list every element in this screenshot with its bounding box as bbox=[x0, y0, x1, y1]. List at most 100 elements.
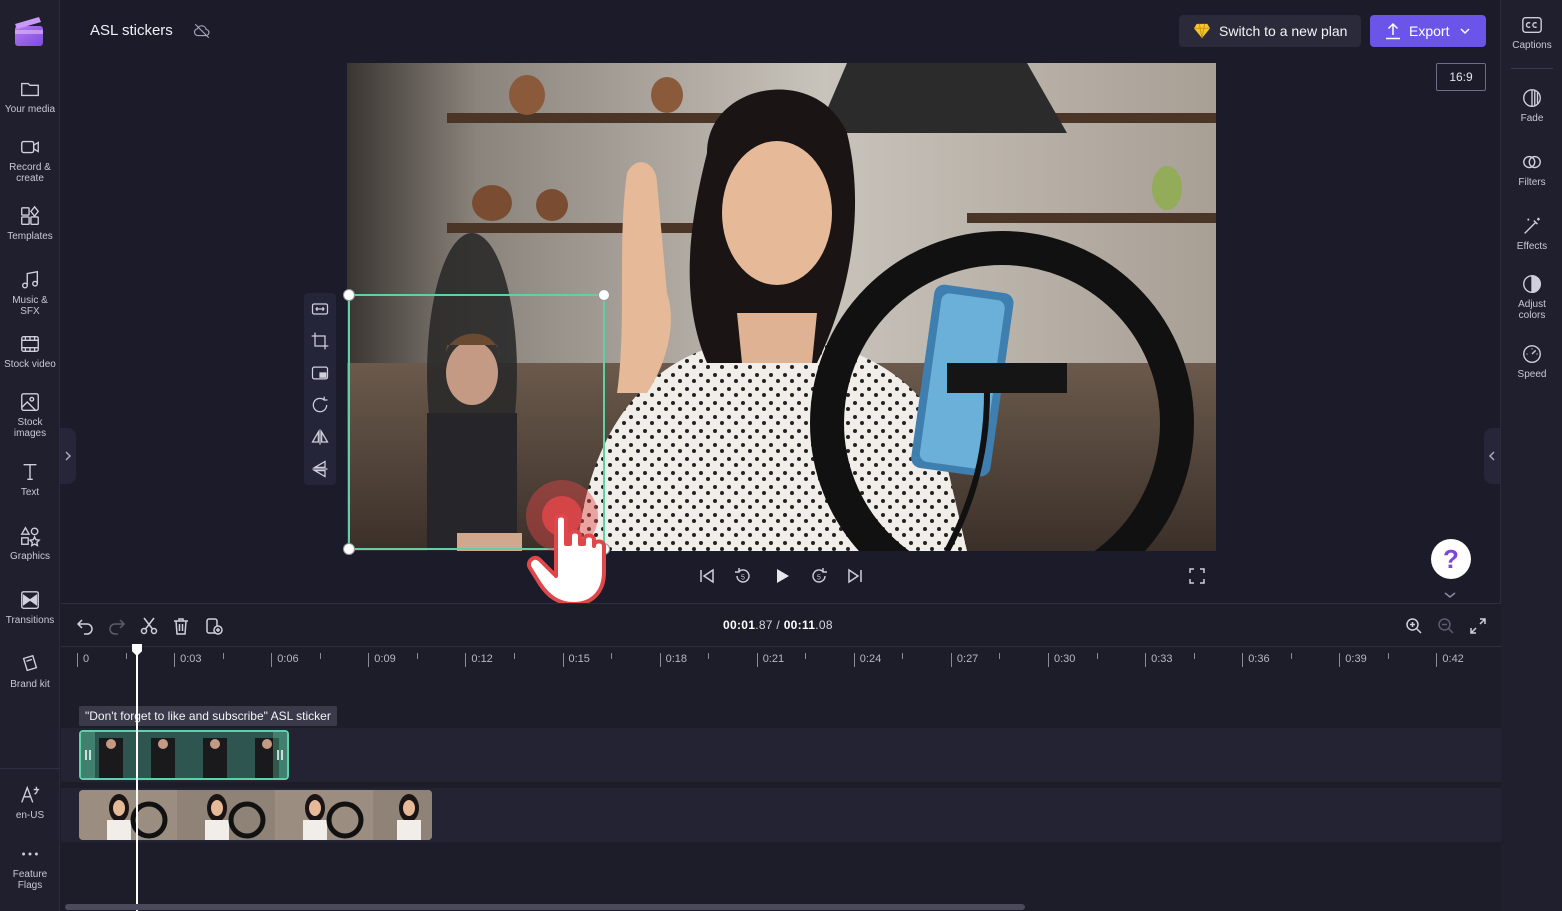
sidebar-item-label: Your media bbox=[4, 104, 56, 115]
resize-handle-top-right[interactable] bbox=[598, 289, 610, 301]
sidebar-item-brand-kit[interactable]: Brand kit bbox=[0, 653, 60, 690]
clipchamp-logo bbox=[15, 17, 43, 46]
aspect-ratio-button[interactable]: 16:9 bbox=[1436, 63, 1486, 91]
redo-icon[interactable] bbox=[107, 616, 127, 636]
sidebar-item-adjust-colors[interactable]: Adjust colors bbox=[1501, 273, 1562, 321]
camera-icon bbox=[21, 140, 39, 154]
video-clip[interactable] bbox=[79, 790, 432, 840]
sidebar-item-label: Stock video bbox=[4, 359, 56, 370]
resize-handle-bottom-left[interactable] bbox=[343, 543, 355, 555]
ruler-minor-tick bbox=[902, 653, 904, 659]
sidebar-item-language[interactable]: en-US bbox=[0, 784, 60, 821]
sidebar-item-your-media[interactable]: Your media bbox=[0, 78, 60, 115]
more-icon bbox=[22, 852, 38, 856]
sidebar-item-templates[interactable]: Templates bbox=[0, 205, 60, 242]
upgrade-plan-button[interactable]: Switch to a new plan bbox=[1179, 15, 1361, 47]
folder-icon bbox=[21, 82, 39, 97]
delete-icon[interactable] bbox=[171, 616, 191, 636]
upload-icon bbox=[1386, 22, 1400, 40]
timeline-ruler[interactable]: 0 0:03 0:06 0:09 0:12 0:15 0:18 0:21 0:24 0:27 0:3… bbox=[61, 646, 1501, 672]
flip-vertical-icon[interactable] bbox=[310, 459, 330, 479]
fullscreen-icon[interactable] bbox=[1187, 566, 1207, 586]
ruler-minor-tick bbox=[1096, 653, 1098, 659]
sidebar-item-graphics[interactable]: Graphics bbox=[0, 525, 60, 562]
sticker-selection-box[interactable] bbox=[343, 289, 610, 555]
sidebar-item-speed[interactable]: Speed bbox=[1501, 343, 1562, 380]
sidebar-item-feature-flags[interactable]: Feature Flags bbox=[0, 843, 60, 891]
sidebar-item-text[interactable]: Text bbox=[0, 461, 60, 498]
language-icon bbox=[21, 785, 40, 803]
play-icon[interactable] bbox=[772, 566, 792, 586]
image-icon bbox=[21, 393, 39, 411]
sidebar-item-effects[interactable]: Effects bbox=[1501, 215, 1562, 252]
sidebar-item-fade[interactable]: Fade bbox=[1501, 87, 1562, 124]
sidebar-item-record-create[interactable]: Record & create bbox=[0, 136, 60, 184]
split-scissors-icon[interactable] bbox=[139, 616, 159, 636]
undo-icon[interactable] bbox=[75, 616, 95, 636]
ruler-tick-label: 0 bbox=[77, 653, 89, 667]
ruler-tick-label: 0:15 bbox=[562, 653, 590, 667]
upgrade-plan-label: Switch to a new plan bbox=[1219, 23, 1348, 39]
sidebar-item-filters[interactable]: Filters bbox=[1501, 151, 1562, 188]
effects-icon bbox=[1524, 217, 1540, 234]
sidebar-item-stock-video[interactable]: Stock video bbox=[0, 333, 60, 370]
forward-5-icon[interactable]: 5 bbox=[809, 566, 829, 586]
sticker-clip[interactable] bbox=[79, 730, 289, 780]
zoom-out-icon[interactable] bbox=[1436, 616, 1456, 636]
left-panel-expand-button[interactable] bbox=[60, 428, 76, 484]
ruler-tick-label: 0:36 bbox=[1242, 653, 1270, 667]
ruler-minor-tick bbox=[222, 653, 224, 659]
sidebar-item-label: Speed bbox=[1517, 369, 1547, 380]
sticker-clip-thumbnails bbox=[81, 732, 287, 778]
ruler-tick-label: 0:12 bbox=[465, 653, 493, 667]
chevron-left-icon bbox=[1488, 451, 1495, 461]
playhead[interactable] bbox=[136, 644, 138, 911]
ruler-tick-label: 0:09 bbox=[368, 653, 396, 667]
diamond-icon bbox=[1194, 23, 1210, 39]
timeline-horizontal-scrollbar[interactable] bbox=[65, 904, 1025, 910]
brand-kit-icon bbox=[22, 654, 38, 672]
rewind-5-icon[interactable]: 5 bbox=[733, 566, 753, 586]
ruler-tick-label: 0:18 bbox=[659, 653, 687, 667]
fade-icon bbox=[1523, 89, 1541, 107]
project-title[interactable]: ASL stickers bbox=[90, 22, 173, 39]
video-clip-thumbnails bbox=[79, 790, 432, 840]
film-icon bbox=[21, 335, 39, 353]
rotate-icon[interactable] bbox=[310, 395, 330, 415]
crop-icon[interactable] bbox=[310, 331, 330, 351]
add-media-icon[interactable] bbox=[204, 616, 224, 636]
picture-in-picture-icon[interactable] bbox=[310, 363, 330, 383]
sidebar-item-transitions[interactable]: Transitions bbox=[0, 589, 60, 626]
flip-horizontal-icon[interactable] bbox=[310, 427, 330, 447]
sidebar-item-label: Effects bbox=[1516, 241, 1548, 252]
right-panel-collapse-button[interactable] bbox=[1484, 428, 1500, 484]
svg-text:5: 5 bbox=[741, 575, 745, 582]
help-button[interactable]: ? bbox=[1431, 539, 1471, 579]
zoom-in-icon[interactable] bbox=[1404, 616, 1424, 636]
sidebar-item-label: Transitions bbox=[5, 615, 55, 626]
left-sidebar: Your media Record & create Templates Mus… bbox=[0, 0, 60, 911]
time-separator: / bbox=[772, 618, 784, 632]
export-label: Export bbox=[1409, 23, 1450, 39]
sidebar-item-captions[interactable]: Captions bbox=[1501, 14, 1562, 51]
timecode-display: 00:01.87 / 00:11.08 bbox=[723, 618, 833, 632]
sidebar-item-music-sfx[interactable]: Music & SFX bbox=[0, 269, 60, 317]
resize-handle-top-left[interactable] bbox=[343, 289, 355, 301]
ruler-tick-label: 0:21 bbox=[756, 653, 784, 667]
skip-to-end-icon[interactable] bbox=[845, 566, 865, 586]
fit-timeline-icon[interactable] bbox=[1468, 616, 1488, 636]
shapes-icon bbox=[20, 526, 41, 547]
clip-label-tooltip: "Don't forget to like and subscribe" ASL… bbox=[79, 706, 337, 726]
sidebar-item-label: Record & create bbox=[9, 162, 51, 184]
ruler-minor-tick bbox=[125, 653, 127, 659]
sidebar-item-label: Stock images bbox=[13, 417, 47, 439]
sidebar-item-stock-images[interactable]: Stock images bbox=[0, 391, 60, 439]
fit-icon[interactable] bbox=[310, 299, 330, 319]
sidebar-item-label: Text bbox=[20, 487, 40, 498]
chevron-down-icon[interactable] bbox=[1441, 588, 1459, 602]
sidebar-item-label: Brand kit bbox=[10, 679, 50, 690]
export-button[interactable]: Export bbox=[1370, 15, 1486, 47]
ruler-minor-tick bbox=[1193, 653, 1195, 659]
resize-handle-bottom-right[interactable] bbox=[598, 543, 610, 555]
skip-to-start-icon[interactable] bbox=[697, 566, 717, 586]
